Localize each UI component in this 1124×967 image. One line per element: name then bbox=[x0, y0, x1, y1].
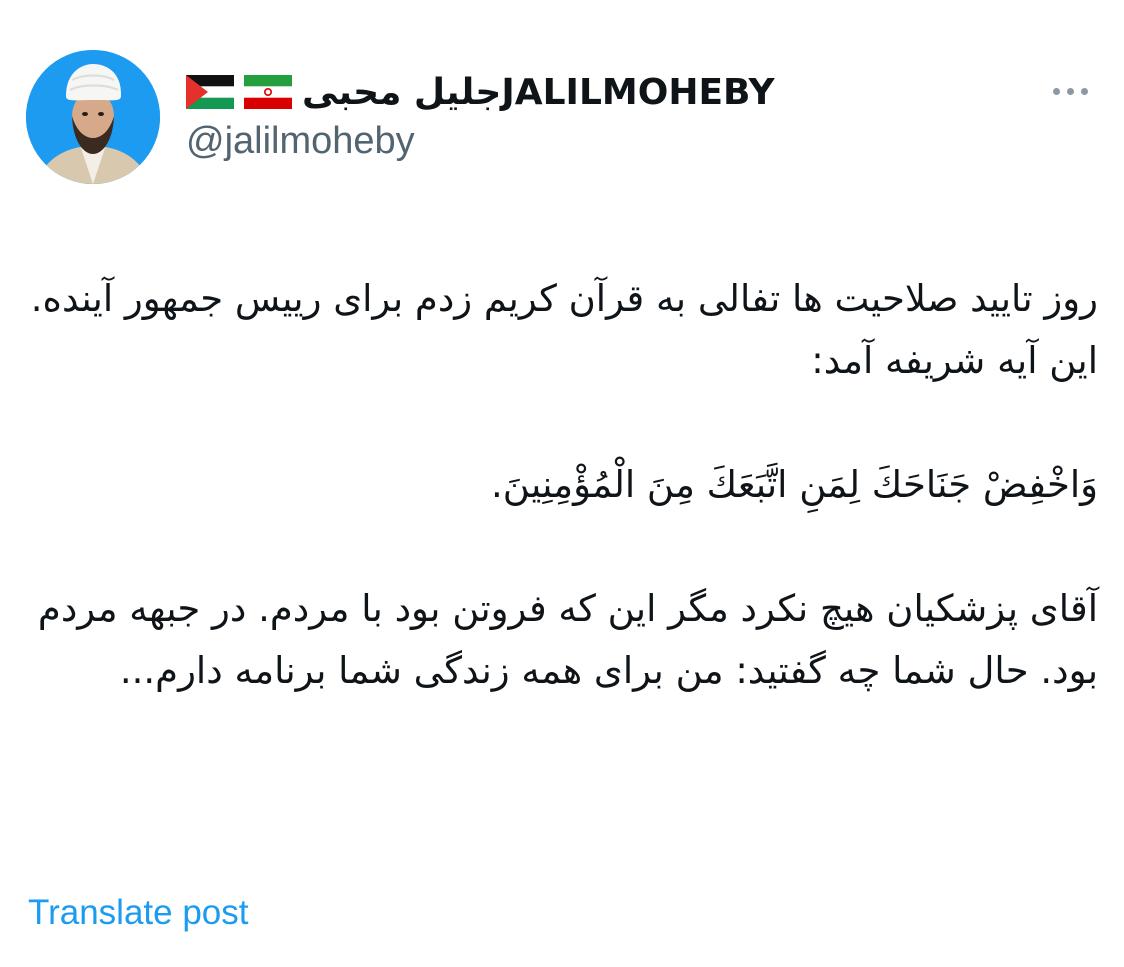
avatar[interactable] bbox=[26, 50, 160, 184]
author-name-row[interactable]: جلیل محبیJALILMOHEBY bbox=[186, 66, 775, 118]
user-handle[interactable]: @jalilmoheby bbox=[186, 120, 415, 163]
more-options-button[interactable] bbox=[1040, 74, 1100, 108]
avatar-photo bbox=[26, 50, 160, 184]
iran-flag-icon bbox=[244, 75, 292, 109]
tweet-paragraph: آقای پزشکیان هیچ نکرد مگر این که فروتن ب… bbox=[37, 587, 1098, 692]
palestine-flag-icon bbox=[186, 75, 234, 109]
tweet-paragraph: روز تایید صلاحیت ها تفالی به قرآن کریم ز… bbox=[30, 277, 1098, 382]
ellipsis-icon bbox=[1066, 87, 1074, 95]
tweet-body: روز تایید صلاحیت ها تفالی به قرآن کریم ز… bbox=[24, 268, 1098, 702]
ellipsis-icon bbox=[1052, 87, 1060, 95]
tweet-card: جلیل محبیJALILMOHEBY @jalilmoheby روز تا… bbox=[0, 0, 1124, 967]
display-name[interactable]: جلیل محبیJALILMOHEBY bbox=[302, 72, 775, 113]
translate-post-link[interactable]: Translate post bbox=[28, 893, 248, 933]
tweet-paragraph: وَاخْفِضْ جَنَاحَكَ لِمَنِ اتَّبَعَكَ مِ… bbox=[491, 463, 1098, 506]
ellipsis-icon bbox=[1080, 87, 1088, 95]
